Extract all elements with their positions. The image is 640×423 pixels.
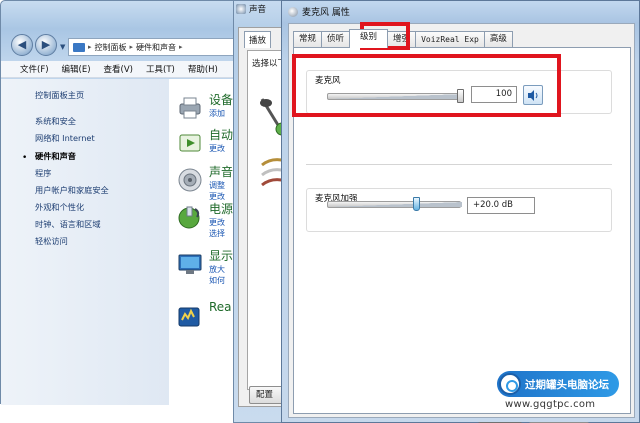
- sidebar-item-appearance[interactable]: 外观和个性化: [35, 201, 84, 213]
- sidebar-item-hardware-sound[interactable]: 硬件和声音: [35, 150, 76, 162]
- menu-file[interactable]: 文件(F): [20, 63, 49, 75]
- watermark-badge: 过期罐头电脑论坛: [497, 371, 619, 397]
- category-link[interactable]: 选择: [209, 228, 225, 239]
- back-button[interactable]: ◀: [11, 34, 33, 56]
- tab-levels[interactable]: 级别: [349, 29, 389, 48]
- sound-icon: [236, 4, 246, 14]
- sidebar-item-clock-region[interactable]: 时钟、语言和区域: [35, 218, 101, 230]
- category-link[interactable]: 更改: [209, 143, 225, 154]
- sidebar-item-network[interactable]: 网络和 Internet: [35, 132, 95, 144]
- active-bullet-icon: •: [22, 153, 28, 163]
- sound-title-text: 声音: [249, 5, 267, 15]
- microphone-icon: [288, 7, 298, 17]
- category-title[interactable]: 设备: [209, 91, 233, 108]
- dialog-title-text: 麦克风 属性: [302, 8, 350, 18]
- watermark: 过期罐头电脑论坛 www.gqgtpc.com: [493, 367, 625, 415]
- category-title[interactable]: 声音: [209, 163, 233, 180]
- chevron-right-icon[interactable]: ▸: [88, 43, 92, 51]
- power-icon: [178, 206, 200, 229]
- microphone-boost-value: +20.0 dB: [467, 197, 535, 214]
- menu-tools[interactable]: 工具(T): [146, 63, 175, 75]
- sidebar-item-user-accounts[interactable]: 用户帐户和家庭安全: [35, 184, 109, 196]
- autoplay-icon: [179, 134, 201, 152]
- menu-edit[interactable]: 编辑(E): [62, 63, 91, 75]
- category-title[interactable]: Rea: [209, 300, 232, 314]
- control-panel-window: ◀ ▶ ▼ ▸ 控制面板 ▸ 硬件和声音 ▸ 文件(F) 编辑(E) 查看(V)…: [0, 0, 268, 405]
- dialog-title: 麦克风 属性: [288, 5, 350, 18]
- watermark-url: www.gqgtpc.com: [505, 399, 596, 410]
- navigation-bar: ◀ ▶ ▼ ▸ 控制面板 ▸ 硬件和声音 ▸: [1, 31, 268, 61]
- chevron-right-icon[interactable]: ▸: [179, 43, 183, 51]
- tab-playback[interactable]: 播放: [244, 31, 272, 48]
- category-title[interactable]: 电源: [209, 200, 233, 217]
- tab-listen[interactable]: 侦听: [321, 31, 351, 48]
- sidebar-item-programs[interactable]: 程序: [35, 167, 51, 179]
- forum-logo-icon: [499, 373, 521, 395]
- speaker-icon: [178, 168, 202, 192]
- category-title[interactable]: 自动: [209, 126, 233, 143]
- printer-icon: [179, 97, 201, 119]
- category-link[interactable]: 调整: [209, 180, 225, 191]
- microphone-boost-group: 麦克风加强 +20.0 dB: [306, 188, 612, 232]
- category-link[interactable]: 放大: [209, 264, 225, 275]
- menu-help[interactable]: 帮助(H): [188, 63, 218, 75]
- sidebar-item-system-security[interactable]: 系统和安全: [35, 115, 76, 127]
- sound-window-title: 声音: [236, 3, 266, 15]
- breadcrumb-control-panel[interactable]: 控制面板: [95, 42, 127, 53]
- section-divider: [306, 164, 612, 165]
- category-link[interactable]: 如何: [209, 275, 225, 286]
- control-panel-icon: [73, 42, 85, 52]
- breadcrumb-hardware-sound[interactable]: 硬件和声音: [136, 42, 176, 53]
- realtek-icon: [178, 307, 200, 327]
- microphone-boost-slider[interactable]: [327, 201, 462, 208]
- tab-voizreal-exp[interactable]: VoizReal Exp: [415, 31, 485, 48]
- history-dropdown-icon[interactable]: ▼: [60, 43, 65, 51]
- highlight-box-microphone-level: [292, 54, 561, 117]
- sidebar: 控制面板主页 系统和安全 网络和 Internet • 硬件和声音 程序 用户帐…: [1, 79, 169, 405]
- category-title[interactable]: 显示: [209, 247, 233, 264]
- chevron-right-icon[interactable]: ▸: [130, 43, 134, 51]
- sidebar-home-link[interactable]: 控制面板主页: [35, 89, 84, 101]
- sidebar-item-ease-of-access[interactable]: 轻松访问: [35, 235, 68, 247]
- menu-view[interactable]: 查看(V): [104, 63, 133, 75]
- slider-fill: [328, 202, 462, 207]
- tab-advanced[interactable]: 高级: [483, 31, 513, 48]
- menu-bar: 文件(F) 编辑(E) 查看(V) 工具(T) 帮助(H): [1, 61, 263, 78]
- display-icon: [178, 254, 202, 274]
- watermark-badge-text: 过期罐头电脑论坛: [525, 379, 609, 391]
- category-link[interactable]: 添加: [209, 108, 225, 119]
- microphone-boost-thumb[interactable]: [413, 197, 420, 211]
- tab-general[interactable]: 常规: [293, 31, 323, 48]
- forward-button[interactable]: ▶: [35, 34, 57, 56]
- category-link[interactable]: 更改: [209, 217, 225, 228]
